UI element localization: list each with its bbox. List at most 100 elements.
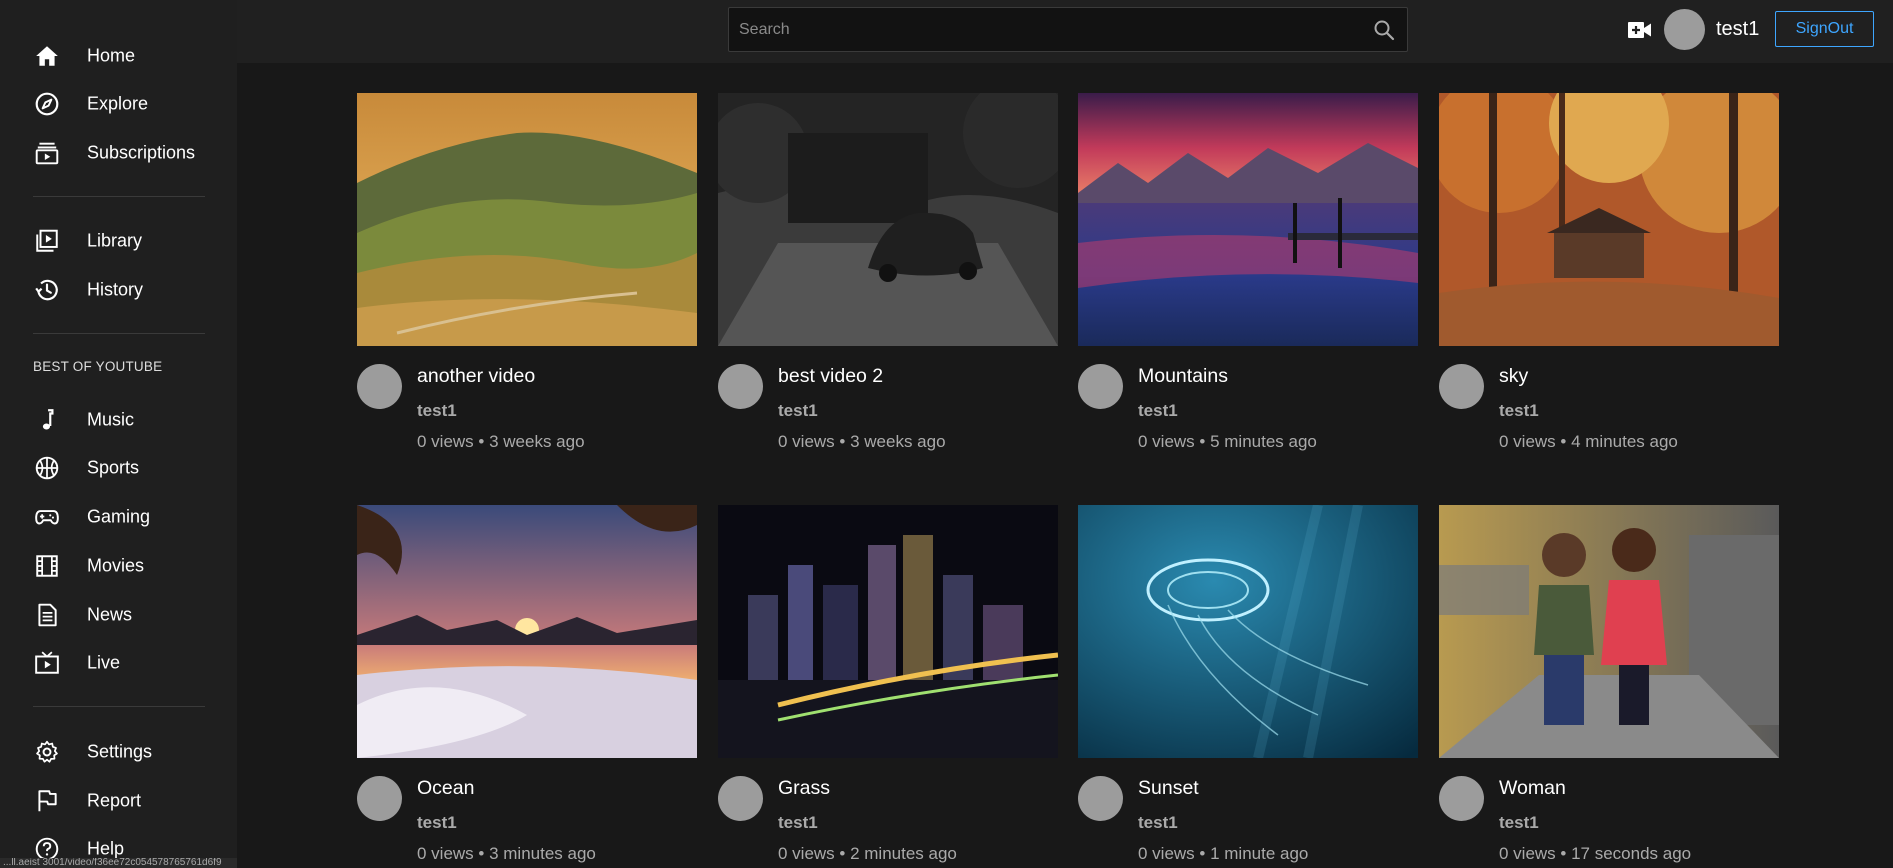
sidebar-item-label: Home <box>87 45 136 66</box>
search-button[interactable] <box>1361 8 1407 51</box>
channel-avatar[interactable] <box>718 364 763 409</box>
sidebar-item-settings[interactable]: Settings <box>0 730 237 774</box>
channel-name[interactable]: test1 <box>778 813 818 833</box>
sidebar-item-label: Settings <box>87 741 153 762</box>
app-root: Home Explore Subscriptions Library Histo… <box>0 0 1893 868</box>
sidebar-item-label: Gaming <box>87 506 151 527</box>
video-title[interactable]: Grass <box>778 777 830 800</box>
flag-icon <box>33 787 61 815</box>
video-thumbnail[interactable] <box>357 93 697 346</box>
sidebar-item-music[interactable]: Music <box>0 398 237 442</box>
channel-name[interactable]: test1 <box>417 813 457 833</box>
film-icon <box>33 552 61 580</box>
sidebar-divider <box>33 333 205 334</box>
home-icon <box>33 42 61 70</box>
video-card[interactable]: another video test1 0 views • 3 weeks ag… <box>357 93 697 451</box>
sidebar-item-report[interactable]: Report <box>0 779 237 823</box>
channel-name[interactable]: test1 <box>1138 813 1178 833</box>
upload-video-button[interactable] <box>1625 17 1655 43</box>
video-card[interactable]: Woman test1 0 views • 17 seconds ago <box>1439 505 1779 863</box>
video-card[interactable]: sky test1 0 views • 4 minutes ago <box>1439 93 1779 451</box>
video-meta: 0 views • 5 minutes ago <box>1138 432 1317 451</box>
sidebar-item-label: Music <box>87 409 135 430</box>
library-icon <box>33 227 61 255</box>
video-meta: 0 views • 4 minutes ago <box>1499 432 1678 451</box>
sidebar-divider <box>33 196 205 197</box>
sidebar-item-live[interactable]: Live <box>0 641 237 685</box>
header-username: test1 <box>1716 18 1760 40</box>
sidebar-item-label: Live <box>87 652 121 673</box>
sidebar-section-title: BEST OF YOUTUBE <box>33 359 163 374</box>
video-title[interactable]: Ocean <box>417 777 474 800</box>
search-icon <box>1374 20 1395 40</box>
video-card[interactable]: Ocean test1 0 views • 3 minutes ago <box>357 505 697 863</box>
video-thumbnail[interactable] <box>357 505 697 758</box>
sidebar-item-gaming[interactable]: Gaming <box>0 495 237 539</box>
video-title[interactable]: Sunset <box>1138 777 1199 800</box>
gamepad-icon <box>33 503 61 531</box>
sidebar-item-home[interactable]: Home <box>0 34 237 78</box>
video-card[interactable]: Grass test1 0 views • 2 minutes ago <box>718 505 1058 863</box>
video-card[interactable]: Sunset test1 0 views • 1 minute ago <box>1078 505 1418 863</box>
sidebar-divider <box>33 706 205 707</box>
live-tv-icon <box>33 649 61 677</box>
video-title[interactable]: sky <box>1499 365 1528 388</box>
sidebar-item-movies[interactable]: Movies <box>0 544 237 588</box>
search-input[interactable] <box>729 8 1361 51</box>
sidebar-item-label: Subscriptions <box>87 142 196 163</box>
video-thumbnail[interactable] <box>718 505 1058 758</box>
sidebar-item-label: Explore <box>87 93 149 114</box>
sidebar-item-library[interactable]: Library <box>0 219 237 263</box>
video-meta: 0 views • 3 weeks ago <box>417 432 585 451</box>
sidebar-item-sports[interactable]: Sports <box>0 446 237 490</box>
video-title[interactable]: best video 2 <box>778 365 883 388</box>
video-card[interactable]: best video 2 test1 0 views • 3 weeks ago <box>718 93 1058 451</box>
sidebar-item-label: News <box>87 604 133 625</box>
channel-name[interactable]: test1 <box>1499 401 1539 421</box>
video-thumbnail[interactable] <box>1078 93 1418 346</box>
channel-avatar[interactable] <box>718 776 763 821</box>
channel-name[interactable]: test1 <box>778 401 818 421</box>
signout-button[interactable]: SignOut <box>1775 11 1874 47</box>
gear-icon <box>33 738 61 766</box>
video-title[interactable]: Woman <box>1499 777 1566 800</box>
sidebar-item-label: Movies <box>87 555 145 576</box>
channel-avatar[interactable] <box>1078 364 1123 409</box>
video-title[interactable]: another video <box>417 365 535 388</box>
channel-name[interactable]: test1 <box>1138 401 1178 421</box>
sidebar-item-news[interactable]: News <box>0 593 237 637</box>
compass-icon <box>33 90 61 118</box>
video-title[interactable]: Mountains <box>1138 365 1228 388</box>
video-thumbnail[interactable] <box>1078 505 1418 758</box>
sidebar-item-history[interactable]: History <box>0 268 237 312</box>
video-meta: 0 views • 3 weeks ago <box>778 432 946 451</box>
music-note-icon <box>33 406 61 434</box>
search-bar <box>728 7 1408 52</box>
sidebar-item-explore[interactable]: Explore <box>0 82 237 126</box>
channel-name[interactable]: test1 <box>1499 813 1539 833</box>
sidebar-item-label: Library <box>87 230 143 251</box>
channel-avatar[interactable] <box>1439 364 1484 409</box>
history-icon <box>33 276 61 304</box>
video-thumbnail[interactable] <box>1439 505 1779 758</box>
basketball-icon <box>33 454 61 482</box>
sidebar-item-label: Help <box>87 838 125 859</box>
channel-name[interactable]: test1 <box>417 401 457 421</box>
channel-avatar[interactable] <box>1078 776 1123 821</box>
avatar[interactable] <box>1664 9 1705 50</box>
sidebar-item-label: Report <box>87 790 142 811</box>
sidebar: Home Explore Subscriptions Library Histo… <box>0 0 237 868</box>
sidebar-item-label: History <box>87 279 144 300</box>
subscriptions-icon <box>33 139 61 167</box>
top-header: test1 SignOut <box>237 0 1893 63</box>
video-thumbnail[interactable] <box>718 93 1058 346</box>
channel-avatar[interactable] <box>1439 776 1484 821</box>
sidebar-item-subscriptions[interactable]: Subscriptions <box>0 131 237 175</box>
video-thumbnail[interactable] <box>1439 93 1779 346</box>
channel-avatar[interactable] <box>357 364 402 409</box>
video-camera-plus-icon <box>1628 22 1651 38</box>
sidebar-item-label: Sports <box>87 457 140 478</box>
channel-avatar[interactable] <box>357 776 402 821</box>
video-card[interactable]: Mountains test1 0 views • 5 minutes ago <box>1078 93 1418 451</box>
video-meta: 0 views • 17 seconds ago <box>1499 844 1692 863</box>
